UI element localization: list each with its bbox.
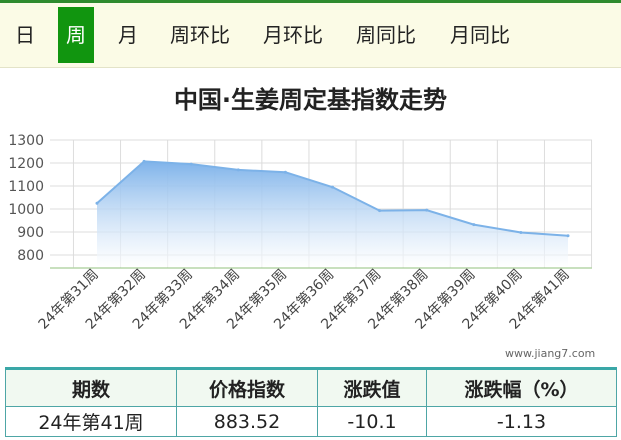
y-tick-label: 1300 [8, 133, 44, 149]
data-point [331, 185, 334, 189]
col-change-header: 涨跌值 [317, 367, 427, 407]
y-tick-label: 1200 [8, 156, 44, 172]
tab-month[interactable]: 月 [108, 7, 148, 63]
table-row: 24年第41周 883.52 -10.1 -1.13 [5, 406, 617, 437]
y-tick-label: 900 [17, 225, 44, 241]
data-point [378, 209, 382, 213]
table-header-row: 期数 价格指数 涨跌值 涨跌幅（%） [5, 367, 617, 407]
data-point [472, 223, 476, 227]
col-index-header: 价格指数 [176, 367, 318, 407]
tab-week[interactable]: 周 [58, 7, 94, 63]
period-tabs: 日 周 月 周环比 月环比 周同比 月同比 [0, 3, 621, 68]
chart-title: 中国·生姜周定基指数走势 [173, 86, 448, 114]
y-tick-label: 1000 [8, 202, 44, 218]
cell-index: 883.52 [176, 406, 318, 437]
index-trend-chart: 8009001000110012001300 24年第31周24年第32周24年… [8, 133, 593, 333]
data-point [189, 162, 193, 166]
cell-period: 24年第41周 [5, 406, 177, 437]
data-point [519, 230, 523, 234]
cell-change-pct: -1.13 [426, 406, 617, 437]
tab-month-year-over-year[interactable]: 月同比 [442, 7, 518, 63]
col-change-pct-header: 涨跌幅（%） [426, 367, 617, 407]
tab-week-over-week[interactable]: 周环比 [162, 7, 238, 63]
data-point [95, 201, 99, 205]
data-point [142, 159, 146, 163]
y-tick-label: 800 [17, 248, 44, 264]
y-tick-label: 1100 [8, 179, 44, 195]
tab-week-year-over-year[interactable]: 周同比 [348, 7, 424, 63]
data-point [236, 168, 240, 172]
summary-table: 期数 价格指数 涨跌值 涨跌幅（%） 24年第41周 883.52 -10.1 … [5, 367, 617, 437]
data-point [566, 234, 570, 238]
tab-month-over-month[interactable]: 月环比 [255, 7, 331, 63]
col-period-header: 期数 [5, 367, 177, 407]
tab-day[interactable]: 日 [5, 7, 45, 63]
data-point [425, 208, 429, 212]
cell-change: -10.1 [317, 406, 427, 437]
site-watermark: www.jiang7.com [505, 347, 596, 360]
data-point [283, 170, 287, 174]
